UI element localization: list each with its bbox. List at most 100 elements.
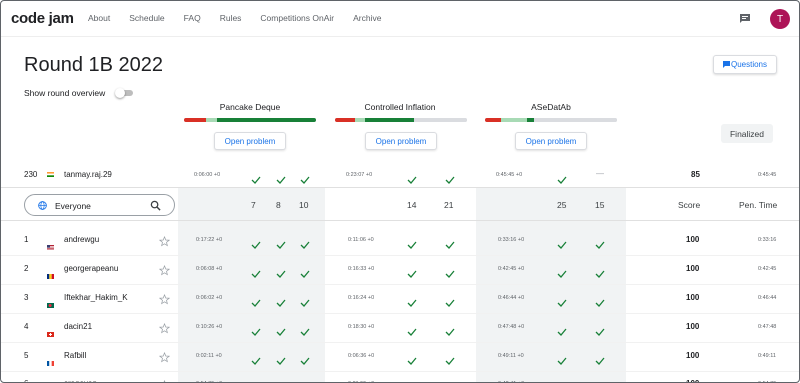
nav-rules[interactable]: Rules [220,13,242,23]
check-icon [276,236,286,249]
check-icon [595,294,605,307]
top-bar: code jam About Schedule FAQ Rules Compet… [1,1,799,37]
avatar[interactable]: T [770,9,790,29]
open-problem-label: Open problem [375,136,427,146]
progress-segment [414,118,467,122]
flag-romania-icon [47,266,54,279]
row-time-p2: 0:18:30 +0 [348,324,375,330]
questions-label: Questions [730,60,768,69]
questions-button[interactable]: Questions [713,55,777,74]
nav-about[interactable]: About [88,13,110,23]
solved-count-p2-small: 14 [407,200,417,210]
divider [1,220,799,221]
progress-segment [500,118,528,122]
chat-icon[interactable] [739,13,751,24]
open-problem-button-2[interactable]: Open problem [365,132,437,150]
progress-segment [527,118,534,122]
check-icon [407,294,417,307]
nav-competitions-onair[interactable]: Competitions OnAir [260,13,334,23]
logo[interactable]: code jam [11,10,74,27]
row-rank: 1 [24,235,29,244]
check-icon [276,294,286,307]
score-column-header[interactable]: Score [678,200,700,210]
solved-count-p1-medium: 8 [276,200,281,210]
star-icon[interactable] [158,234,171,247]
problem-title-1: Pancake Deque [219,102,281,112]
row-time-p1: 0:17:22 +0 [196,237,223,243]
not-solved-dash: — [596,169,604,178]
check-icon [276,265,286,278]
penalty-column-header[interactable]: Pen. Time [739,200,777,210]
progress-segment [184,118,207,122]
row-penalty: 0:42:45 [758,266,777,272]
row-time-p3: 0:47:48 +0 [498,324,525,330]
star-icon[interactable] [158,350,171,363]
round-status-badge: Finalized [721,124,773,143]
row-username[interactable]: georgerapeanu [64,264,118,273]
solved-count-p3-large: 15 [595,200,605,210]
question-bubble-icon [722,61,730,68]
check-icon [276,171,286,184]
search-icon[interactable] [150,200,161,211]
row-username[interactable]: Rafbill [64,351,86,360]
check-icon [251,294,261,307]
check-icon [445,323,455,336]
participant-filter-input[interactable]: Everyone [24,194,175,216]
main-nav: About Schedule FAQ Rules Competitions On… [88,13,400,23]
progress-segment [533,118,617,122]
nav-schedule[interactable]: Schedule [129,13,164,23]
check-icon [251,265,261,278]
row-username[interactable]: sragavan [64,379,97,382]
open-problem-button-1[interactable]: Open problem [214,132,286,150]
problem-title-2: Controlled Inflation [364,102,436,112]
my-rank: 230 [24,170,38,179]
check-icon [557,323,567,336]
nav-faq[interactable]: FAQ [184,13,201,23]
row-username[interactable]: andrewgu [64,235,99,244]
check-icon [445,236,455,249]
check-icon [300,352,310,365]
row-time-p3: 0:46:44 +0 [498,295,525,301]
open-problem-button-3[interactable]: Open problem [515,132,587,150]
filter-label: Everyone [55,201,91,211]
check-icon [407,265,417,278]
row-penalty: 0:33:16 [758,237,777,243]
row-score: 100 [686,351,700,360]
problem-progress-bar-1 [184,118,316,122]
check-icon [557,294,567,307]
divider [1,187,799,188]
row-divider [1,255,799,256]
check-icon [300,323,310,336]
row-username[interactable]: Iftekhar_Hakim_K [64,293,128,302]
check-icon [251,236,261,249]
my-time-p3: 0:45:45 +0 [496,172,523,178]
my-score: 85 [691,170,700,179]
my-penalty: 0:45:45 [758,172,777,178]
check-icon [300,294,310,307]
check-icon [300,265,310,278]
my-username[interactable]: tanmay.raj.29 [64,170,112,179]
star-icon[interactable] [158,321,171,334]
row-username[interactable]: dacin21 [64,322,92,331]
check-icon [445,294,455,307]
page-title: Round 1B 2022 [24,54,164,76]
app-window: code jam About Schedule FAQ Rules Compet… [0,0,800,383]
row-time-p2: 0:11:06 +0 [348,237,374,243]
nav-archive[interactable]: Archive [353,13,381,23]
progress-segment [365,118,415,122]
check-icon [595,323,605,336]
check-icon [445,171,455,184]
overview-toggle[interactable] [115,88,135,98]
star-icon[interactable] [159,378,170,382]
check-icon [595,236,605,249]
flag-switzerland-icon [47,324,54,337]
solved-count-p1-small: 7 [251,200,256,210]
row-score: 100 [686,235,700,244]
check-icon [557,265,567,278]
overview-label: Show round overview [24,88,106,98]
star-icon[interactable] [158,263,171,276]
my-time-p1: 0:06:00 +0 [194,172,221,178]
progress-segment [216,118,316,122]
star-icon[interactable] [158,292,171,305]
problem-progress-bar-2 [335,118,467,122]
